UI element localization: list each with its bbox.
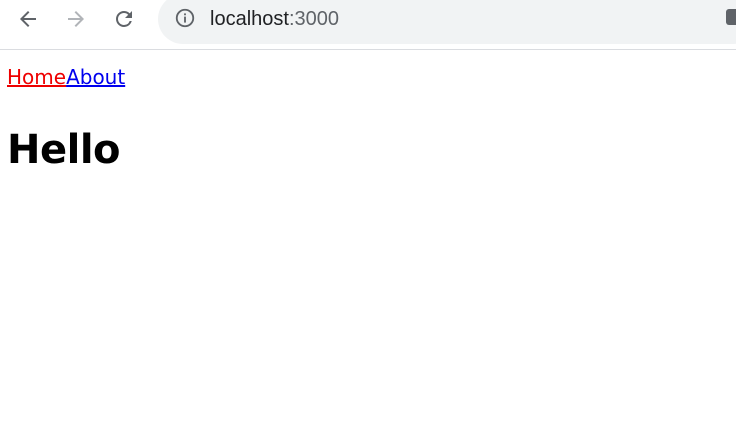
reload-icon bbox=[116, 10, 132, 27]
url-text[interactable]: localhost:3000 bbox=[210, 7, 339, 31]
page-heading: Hello bbox=[7, 127, 121, 173]
address-bar[interactable]: localhost:3000 bbox=[158, 0, 736, 44]
page-content: HomeAbout Hello bbox=[0, 51, 736, 447]
reload-button[interactable] bbox=[110, 5, 138, 33]
arrow-right-icon bbox=[68, 11, 84, 27]
nav-link-home[interactable]: Home bbox=[7, 65, 66, 89]
forward-button[interactable] bbox=[62, 5, 90, 33]
url-port: :3000 bbox=[288, 8, 339, 30]
nav-link-about[interactable]: About bbox=[66, 65, 125, 89]
browser-toolbar: localhost:3000 bbox=[0, 0, 736, 50]
extension-icon[interactable] bbox=[726, 9, 736, 25]
arrow-left-icon bbox=[20, 11, 36, 27]
back-button[interactable] bbox=[14, 5, 42, 33]
url-host: localhost bbox=[210, 8, 289, 30]
info-icon[interactable] bbox=[174, 7, 196, 29]
site-nav: HomeAbout bbox=[7, 65, 125, 89]
